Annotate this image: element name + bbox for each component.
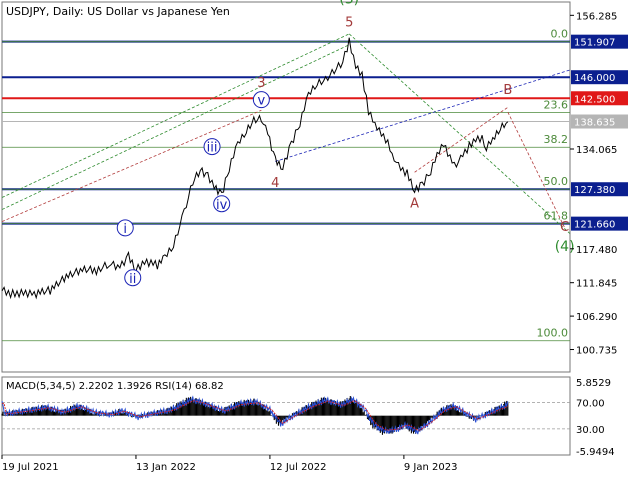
price-level-label: 151.907: [574, 38, 615, 49]
oscillator-level-label: 30.00: [576, 425, 605, 436]
wave-label: iii: [207, 141, 218, 156]
oscillator-max-label: 5.8529: [576, 378, 611, 389]
time-tick-label: 19 Jul 2021: [2, 462, 59, 473]
price-level-label: 146.000: [574, 73, 615, 84]
price-tick-label: 117.480: [576, 245, 617, 256]
wave-label: 5: [345, 15, 353, 30]
oscillator-level-label: 70.00: [576, 398, 605, 409]
price-tick-label: 134.065: [576, 145, 617, 156]
wave-label: (3): [339, 0, 359, 8]
time-tick-label: 13 Jan 2022: [136, 462, 196, 473]
wave-label: B: [503, 83, 512, 98]
price-tick-label: 100.735: [576, 346, 617, 357]
wave-label: ii: [129, 272, 136, 287]
wave-label: 3: [257, 76, 265, 91]
wave-label: v: [257, 94, 265, 109]
wave-label: i: [123, 222, 127, 237]
price-level-label: 121.660: [574, 220, 615, 231]
price-tick-label: 111.845: [576, 279, 617, 290]
chart-title: USDJPY, Daily: US Dollar vs Japanese Yen: [6, 5, 230, 18]
oscillator-label: MACD(5,34,5) 2.2202 1.3926 RSI(14) 68.82: [6, 381, 224, 392]
wave-label: iv: [216, 198, 228, 213]
time-tick-label: 12 Jul 2022: [270, 462, 327, 473]
fib-level-label: 38.2: [544, 133, 569, 146]
oscillator-min-label: -5.9494: [576, 447, 615, 458]
wave-label: C: [560, 220, 569, 235]
fib-level-label: 23.6: [544, 98, 569, 111]
price-level-label: 127.380: [574, 185, 615, 196]
fib-level-label: 0.0: [551, 28, 569, 41]
wave-label: (4): [555, 239, 575, 255]
price-tick-label: 156.285: [576, 11, 617, 22]
chart-stage: 151.907 146.000 142.500 138.635 127.380 121.6…: [0, 0, 640, 480]
time-tick-label: 9 Jan 2023: [404, 462, 458, 473]
price-tick-label: 106.290: [576, 312, 617, 323]
wave-label: A: [410, 197, 419, 212]
fib-level-label: 50.0: [544, 175, 569, 188]
price-chart: 151.907 146.000 142.500 138.635 127.380 121.6…: [1, 0, 628, 473]
fib-level-label: 100.0: [537, 327, 569, 340]
price-level-label: 138.635: [574, 118, 615, 129]
main-plot-frame: [1, 1, 571, 373]
price-level-label: 142.500: [574, 94, 615, 105]
wave-label: 4: [271, 176, 279, 191]
